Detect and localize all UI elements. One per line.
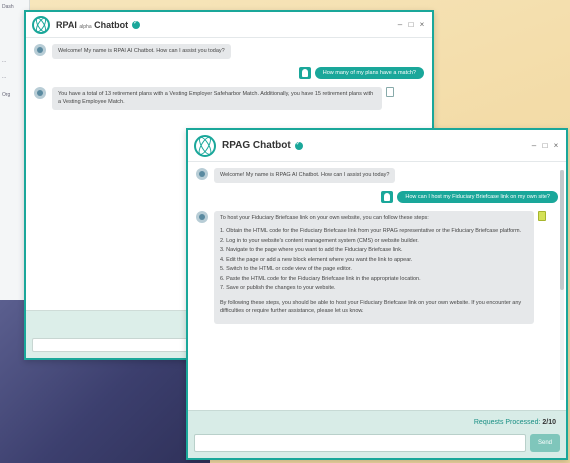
user-message-text: How can I host my Fiduciary Briefcase li… bbox=[397, 190, 558, 203]
user-message-text: How many of my plans have a match? bbox=[314, 66, 424, 79]
answer-outro: By following these steps, you should be … bbox=[220, 299, 522, 315]
bot-message: To host your Fiduciary Briefcase link on… bbox=[196, 210, 558, 324]
bot-avatar-icon bbox=[196, 210, 208, 223]
input-row: Send bbox=[194, 434, 560, 452]
bot-answer: To host your Fiduciary Briefcase link on… bbox=[214, 210, 534, 324]
user-avatar-icon bbox=[298, 66, 311, 79]
answer-step: 1. Obtain the HTML code for the Fiduciar… bbox=[220, 228, 522, 235]
answer-step: 6. Paste the HTML code for the Fiduciary… bbox=[220, 275, 421, 282]
requests-processed: Requests Processed: 2/10 bbox=[474, 419, 556, 426]
bot-avatar-icon bbox=[196, 168, 208, 180]
bot-avatar-icon bbox=[34, 44, 46, 56]
maximize-button[interactable]: □ bbox=[541, 141, 549, 150]
bot-message: You have a total of 13 retirement plans … bbox=[34, 86, 424, 110]
send-button[interactable]: Send bbox=[530, 434, 560, 452]
atom-logo-icon bbox=[194, 134, 216, 157]
user-avatar-icon bbox=[381, 190, 394, 203]
verified-icon bbox=[294, 140, 303, 150]
window-controls: – □ × bbox=[396, 20, 426, 29]
message-input[interactable] bbox=[194, 434, 526, 452]
answer-step: 2. Log in to your website's content mana… bbox=[220, 237, 419, 244]
chatbot-window-front: RPAG Chatbot – □ × Welcome! My name is R… bbox=[186, 128, 568, 460]
window-title: RPAI alpha Chatbot bbox=[56, 19, 129, 30]
requests-label: Requests Processed: bbox=[473, 419, 541, 426]
answer-step: 5. Switch to the HTML or code view of th… bbox=[220, 266, 352, 273]
bot-message: Welcome! My name is RPAG AI Chatbot. How… bbox=[196, 168, 558, 183]
close-button[interactable]: × bbox=[552, 141, 560, 150]
bot-message-text: Welcome! My name is RPAI AI Chatbot. How… bbox=[52, 44, 231, 59]
scrollbar[interactable] bbox=[560, 170, 564, 400]
requests-value: 2/10 bbox=[542, 419, 556, 426]
bot-avatar-icon bbox=[34, 86, 46, 99]
copy-icon[interactable] bbox=[538, 210, 546, 221]
atom-logo-icon bbox=[32, 15, 50, 34]
verified-icon bbox=[132, 19, 141, 29]
chat-log: Welcome! My name is RPAI AI Chatbot. How… bbox=[26, 38, 432, 124]
titlebar: RPAG Chatbot – □ × bbox=[188, 130, 566, 162]
maximize-button[interactable]: □ bbox=[407, 20, 415, 29]
window-title: RPAG Chatbot bbox=[222, 140, 291, 151]
bot-message-text: Welcome! My name is RPAG AI Chatbot. How… bbox=[214, 168, 396, 183]
answer-intro: To host your Fiduciary Briefcase link on… bbox=[220, 214, 429, 221]
answer-step: 4. Edit the page or add a new block elem… bbox=[220, 256, 413, 263]
window-controls: – □ × bbox=[530, 141, 560, 150]
bot-message-text: You have a total of 13 retirement plans … bbox=[52, 86, 382, 110]
minimize-button[interactable]: – bbox=[396, 20, 404, 29]
chat-log: Welcome! My name is RPAG AI Chatbot. How… bbox=[188, 162, 566, 338]
scrollbar-thumb[interactable] bbox=[560, 170, 564, 290]
answer-step: 7. Save or publish the changes to your w… bbox=[220, 285, 336, 292]
user-message: How can I host my Fiduciary Briefcase li… bbox=[196, 190, 558, 203]
close-button[interactable]: × bbox=[418, 20, 426, 29]
copy-icon[interactable] bbox=[386, 86, 394, 97]
answer-step: 3. Navigate to the page where you want t… bbox=[220, 247, 403, 254]
minimize-button[interactable]: – bbox=[530, 141, 538, 150]
user-message: How many of my plans have a match? bbox=[34, 66, 424, 79]
chat-footer: Requests Processed: 2/10 Send bbox=[188, 410, 566, 458]
answer-steps: 1. Obtain the HTML code for the Fiduciar… bbox=[220, 227, 528, 293]
bot-message: Welcome! My name is RPAI AI Chatbot. How… bbox=[34, 44, 424, 59]
titlebar: RPAI alpha Chatbot – □ × bbox=[26, 12, 432, 38]
